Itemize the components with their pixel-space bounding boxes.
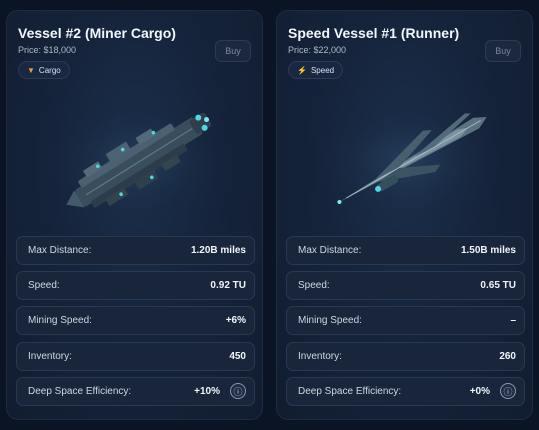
vessel-card-runner: Speed Vessel #1 (Runner) Price: $22,000 … xyxy=(276,10,533,420)
vessel-price: Price: $18,000 xyxy=(18,45,77,55)
vessel-price: Price: $22,000 xyxy=(288,45,347,55)
stat-label: Deep Space Efficiency: xyxy=(28,385,132,397)
category-tag-label: Speed xyxy=(310,65,335,75)
category-tag-label: Cargo xyxy=(38,65,61,75)
miner-cargo-ship-image xyxy=(42,101,232,221)
stats-list: Max Distance: 1.20B miles Speed: 0.92 TU… xyxy=(16,236,255,412)
buy-button[interactable]: Buy xyxy=(485,40,521,62)
stat-label: Deep Space Efficiency: xyxy=(298,385,402,397)
stat-label: Speed: xyxy=(298,280,330,292)
stat-row-deep-space-efficiency: Deep Space Efficiency: +10% ⓘ xyxy=(16,376,255,406)
stat-label: Inventory: xyxy=(298,350,342,362)
info-icon[interactable]: ⓘ xyxy=(500,383,516,400)
stat-value: 1.20B miles xyxy=(190,245,246,256)
stat-row-inventory: Inventory: 450 xyxy=(16,341,255,371)
info-icon[interactable]: ⓘ xyxy=(230,383,246,400)
stat-label: Inventory: xyxy=(28,350,72,362)
category-tag: ⚡ Speed xyxy=(288,61,344,79)
stat-value: 260 xyxy=(499,350,516,362)
stat-row-max-distance: Max Distance: 1.50B miles xyxy=(286,236,525,265)
stat-label: Max Distance: xyxy=(298,245,362,256)
stat-value-group: +10% ⓘ xyxy=(194,383,246,400)
stat-value: 0.65 TU xyxy=(480,280,516,292)
stat-value: 1.50B miles xyxy=(460,245,516,256)
stat-label: Speed: xyxy=(28,280,60,292)
stat-row-mining-speed: Mining Speed: +6% xyxy=(16,306,255,336)
category-tag: ▼ Cargo xyxy=(18,61,70,79)
stats-list: Max Distance: 1.50B miles Speed: 0.65 TU… xyxy=(286,236,525,412)
stat-row-speed: Speed: 0.65 TU xyxy=(286,271,525,301)
stat-label: Max Distance: xyxy=(28,245,92,256)
stat-value: +6% xyxy=(225,315,246,327)
stat-row-inventory: Inventory: 260 xyxy=(286,341,525,371)
stat-row-mining-speed: Mining Speed: – xyxy=(286,306,525,336)
lightning-icon: ⚡ xyxy=(297,65,307,75)
stat-row-deep-space-efficiency: Deep Space Efficiency: +0% ⓘ xyxy=(286,376,525,406)
stat-label: Mining Speed: xyxy=(28,315,92,327)
vessel-title: Vessel #2 (Miner Cargo) xyxy=(18,25,176,41)
stat-value: 0.92 TU xyxy=(210,280,246,292)
runner-ship-image xyxy=(312,101,502,221)
stat-row-speed: Speed: 0.92 TU xyxy=(16,271,255,301)
stat-value: 450 xyxy=(229,350,246,362)
stat-value: +0% xyxy=(469,385,490,397)
vessel-title: Speed Vessel #1 (Runner) xyxy=(288,25,460,41)
vessel-card-miner-cargo: Vessel #2 (Miner Cargo) Price: $18,000 ▼… xyxy=(6,10,263,420)
stat-value: – xyxy=(510,315,516,327)
funnel-icon: ▼ xyxy=(27,65,35,75)
stat-value-group: +0% ⓘ xyxy=(469,383,516,400)
buy-button[interactable]: Buy xyxy=(215,40,251,62)
stat-label: Mining Speed: xyxy=(298,315,362,327)
stat-row-max-distance: Max Distance: 1.20B miles xyxy=(16,236,255,265)
stat-value: +10% xyxy=(194,385,220,397)
